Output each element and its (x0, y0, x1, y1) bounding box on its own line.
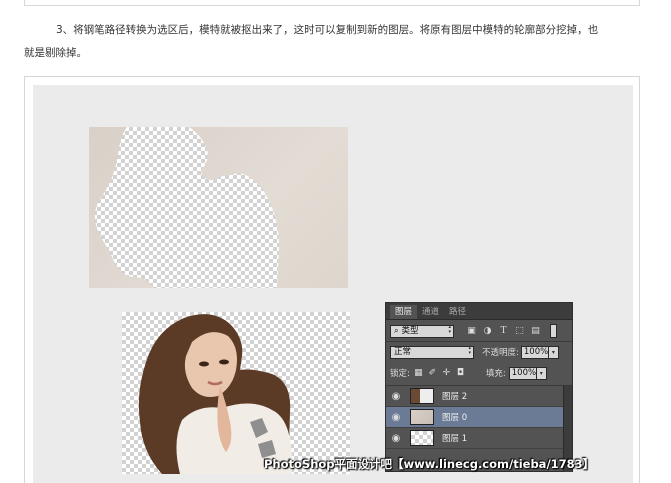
layer-name: 图层 2 (442, 392, 468, 402)
search-icon: ⌕ (394, 325, 399, 336)
adjustment-filter-icon[interactable]: ◑ (482, 326, 493, 337)
article-line-2: 就是剔除掉。 (24, 47, 87, 59)
fill-dropdown-icon[interactable]: ▾ (536, 366, 547, 380)
layer-name: 图层 1 (442, 434, 468, 444)
lock-transparency-icon[interactable]: ▦ (413, 368, 424, 379)
layer-name: 图层 0 (442, 413, 468, 423)
tab-paths[interactable]: 路径 (444, 305, 471, 319)
image-filter-icon[interactable]: ▣ (466, 326, 477, 337)
lock-position-icon[interactable]: ✛ (441, 368, 452, 379)
watermark-text: PhotoShop平面设计吧【www.linecg.com/tieba/1783… (264, 457, 595, 471)
tab-layers[interactable]: 图层 (390, 305, 418, 319)
eye-icon[interactable]: ◉ (386, 412, 406, 423)
layer-row-2[interactable]: ◉ 图层 2 (386, 386, 572, 407)
type-filter-icon[interactable]: T (498, 326, 509, 337)
lock-all-icon[interactable]: ◘ (455, 368, 466, 379)
eye-icon[interactable]: ◉ (386, 433, 406, 444)
lock-pixels-icon[interactable]: ✐ (427, 368, 438, 379)
blend-mode-select[interactable]: 正常 (390, 345, 474, 359)
eye-icon[interactable]: ◉ (386, 391, 406, 402)
opacity-label: 不透明度: (482, 348, 519, 358)
tab-channels[interactable]: 通道 (417, 305, 444, 319)
layer-thumbnail (410, 409, 434, 425)
layer-row-0[interactable]: ◉ 图层 0 (386, 407, 572, 428)
layer-row-1[interactable]: ◉ 图层 1 (386, 428, 572, 449)
lock-row: 锁定: ▦ ✐ ✛ ◘ 填充: 100% ▾ (386, 363, 572, 383)
filter-row: ⌕ 类型 ▣ ◑ T ⬚ ▤ (386, 321, 572, 341)
panel-tab-bar: 图层 通道 路径 (386, 303, 572, 320)
filter-toggle[interactable] (550, 324, 557, 338)
filter-kind-select[interactable]: ⌕ 类型 (390, 324, 454, 338)
extracted-model-image (122, 312, 350, 474)
blend-row: 正常 不透明度: 100% ▾ (386, 342, 572, 362)
layer-thumbnail (410, 430, 434, 446)
lock-label: 锁定: (390, 369, 410, 379)
shape-filter-icon[interactable]: ⬚ (514, 326, 525, 337)
article-line-1: 3、将钢笔路径转换为选区后，模特就被抠出来了，这时可以复制到新的图层。将原有图层… (56, 24, 599, 36)
article-paragraph: 3、将钢笔路径转换为选区后，模特就被抠出来了，这时可以复制到新的图层。将原有图层… (24, 19, 644, 65)
opacity-dropdown-icon[interactable]: ▾ (548, 345, 559, 359)
opacity-field[interactable]: 100% (520, 345, 549, 359)
previous-frame-bottom (24, 0, 640, 6)
layers-panel: 图层 通道 路径 ⌕ 类型 ▣ ◑ T ⬚ ▤ 正常 不透明度: 100% ▾ … (385, 302, 573, 472)
background-with-cutout-image (89, 127, 348, 288)
fill-label: 填充: (485, 369, 506, 379)
layer-thumbnail (410, 388, 434, 404)
smart-object-filter-icon[interactable]: ▤ (530, 326, 541, 337)
fill-field[interactable]: 100% (508, 366, 537, 380)
filter-kind-value: 类型 (401, 325, 419, 336)
